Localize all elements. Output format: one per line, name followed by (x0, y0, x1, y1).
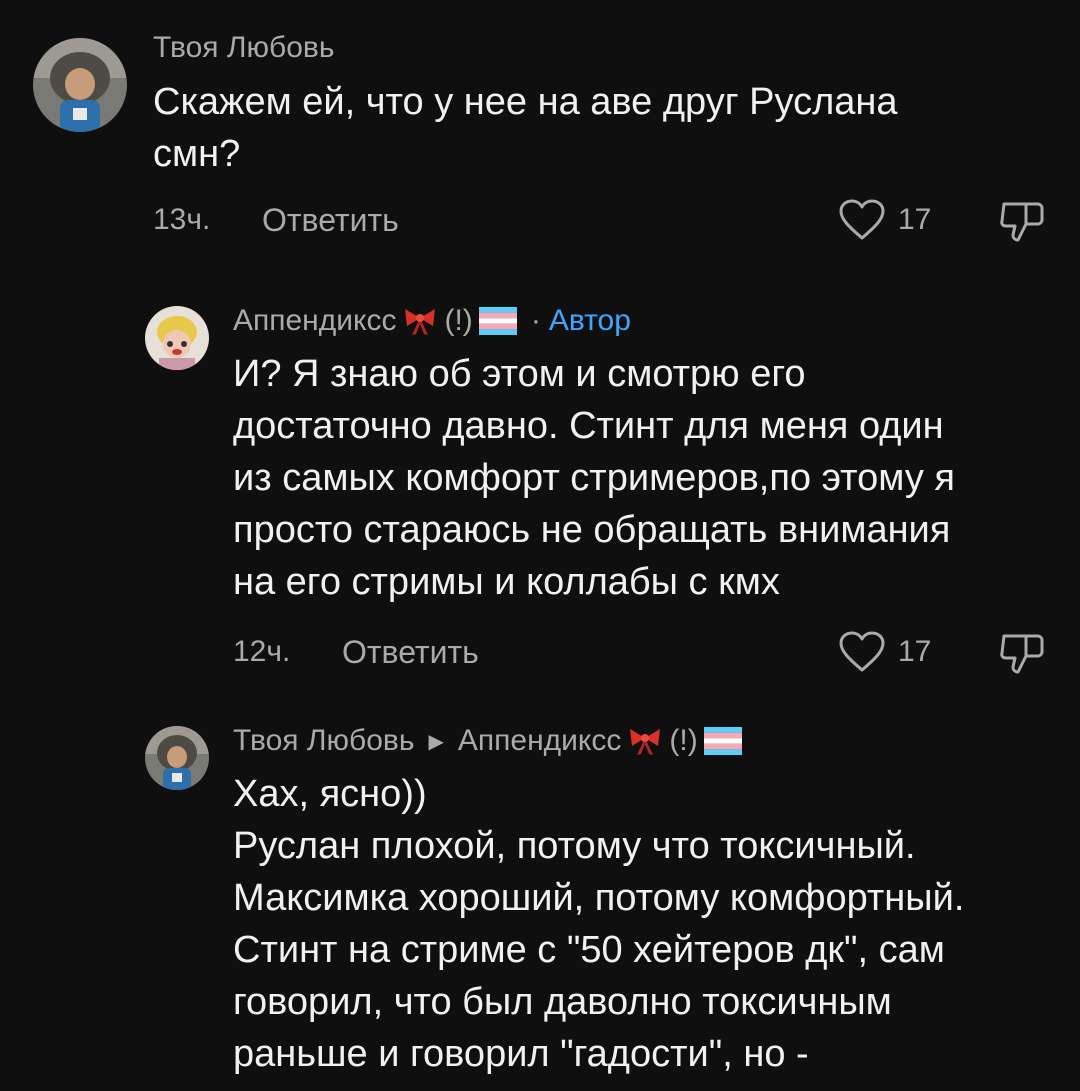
comment-line: Стинт на стриме с "50 хейтеров дк", сам (233, 929, 945, 971)
avatar[interactable] (145, 726, 209, 790)
like-button[interactable]: 17 (838, 630, 931, 674)
comment-text: И? Я знаю об этом и смотрю его достаточн… (233, 348, 955, 608)
author-name: Аппендиксс (233, 304, 397, 337)
reply-button[interactable]: Ответить (262, 198, 399, 242)
triangle-right-icon: ▶ (428, 730, 444, 753)
comment-time: 13ч. (153, 203, 211, 236)
transgender-flag-emoji (703, 727, 742, 755)
comment-text: Скажем ей, что у нее на аве друг Руслана… (153, 76, 898, 180)
reply-button[interactable]: Ответить (342, 630, 479, 674)
comment-author[interactable]: Аппендиксс (!) · Автор (233, 301, 631, 341)
comment-line: достаточно давно. Стинт для меня один (233, 405, 944, 447)
comment-line: говорил, что был даволно токсичным (233, 981, 892, 1023)
comment-time: 12ч. (233, 635, 291, 668)
comment-line: Хах, ясно)) (233, 773, 427, 815)
comment-author[interactable]: Твоя Любовь (153, 28, 335, 68)
dislike-button[interactable] (998, 630, 1046, 681)
comment-author[interactable]: Твоя Любовь ▶ Аппендиксс (!) (233, 721, 748, 761)
avatar-image (33, 38, 127, 132)
heart-outline-icon (839, 631, 885, 672)
reply-to-name: Аппендиксс (457, 724, 622, 757)
author-badge: Автор (548, 304, 631, 337)
reply-to-suffix: (!) (669, 724, 698, 757)
dot-separator: · (530, 304, 541, 337)
comment-line: Руслан плохой, потому что токсичный. (233, 825, 916, 867)
comment-line: просто стараюсь не обращать внимания (233, 509, 951, 551)
comment-text: Хах, ясно)) Руслан плохой, потому что то… (233, 768, 964, 1080)
avatar[interactable] (33, 38, 127, 132)
comment-line: на его стримы и коллабы с кмх (233, 561, 780, 603)
red-bow-emoji (630, 729, 661, 755)
author-name: Твоя Любовь (233, 724, 415, 757)
thumbs-down-outline-icon (1000, 202, 1044, 242)
comment-line: И? Я знаю об этом и смотрю его (233, 353, 806, 395)
comment-line: раньше и говорил "гадости", но - (233, 1033, 809, 1075)
like-count: 17 (898, 635, 932, 668)
author-name: Твоя Любовь (153, 31, 335, 64)
red-bow-emoji (405, 309, 436, 335)
comment-line: смн? (153, 133, 241, 175)
avatar-image (145, 306, 209, 370)
avatar-image (145, 726, 209, 790)
thumbs-down-outline-icon (1000, 634, 1044, 674)
comment-actions: 13ч. Ответить 17 (0, 198, 1080, 242)
comment-actions: 12ч. Ответить 17 (0, 630, 1080, 674)
dislike-button[interactable] (998, 198, 1046, 249)
like-button[interactable]: 17 (838, 198, 931, 242)
comment-line: из самых комфорт стримеров,по этому я (233, 457, 955, 499)
heart-outline-icon (839, 199, 885, 240)
like-count: 17 (898, 203, 932, 236)
comment-line: Скажем ей, что у нее на аве друг Руслана (153, 81, 898, 123)
transgender-flag-emoji (478, 307, 517, 335)
author-suffix: (!) (444, 304, 473, 337)
comment-line: Максимка хороший, потому комфортный. (233, 877, 965, 919)
avatar[interactable] (145, 306, 209, 370)
